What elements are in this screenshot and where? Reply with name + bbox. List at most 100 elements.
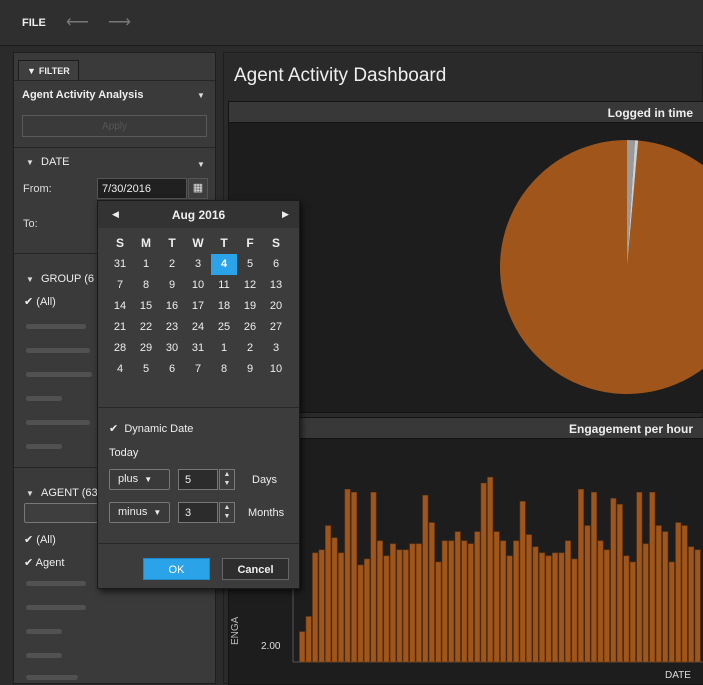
calendar-day[interactable]: 8 — [211, 359, 237, 380]
operator-select-1[interactable]: plus ▼ — [109, 469, 170, 490]
bar[interactable] — [513, 540, 520, 663]
bar[interactable] — [532, 546, 539, 663]
bar[interactable] — [435, 561, 442, 663]
bar[interactable] — [390, 543, 396, 663]
bar[interactable] — [370, 491, 377, 663]
bar[interactable] — [325, 525, 332, 663]
bar[interactable] — [662, 531, 669, 663]
bar[interactable] — [299, 631, 306, 663]
ok-button[interactable]: OK — [143, 558, 210, 580]
calendar-day[interactable]: 4 — [107, 359, 133, 380]
calendar-day[interactable]: 2 — [159, 254, 185, 275]
calendar-icon[interactable]: ▦ — [188, 178, 208, 199]
calendar-day[interactable]: 10 — [185, 275, 211, 296]
calendar-day[interactable]: 3 — [185, 254, 211, 275]
bar[interactable] — [590, 491, 597, 663]
calendar-day[interactable]: 7 — [107, 275, 133, 296]
bar[interactable] — [629, 561, 636, 663]
bar[interactable] — [448, 540, 455, 663]
bar[interactable] — [623, 555, 630, 663]
bar[interactable] — [409, 543, 416, 663]
bar[interactable] — [331, 537, 338, 663]
bar[interactable] — [597, 540, 604, 663]
calendar-day[interactable]: 11 — [211, 275, 237, 296]
blurred-agent-item[interactable] — [26, 675, 78, 680]
bar[interactable] — [467, 543, 474, 663]
undo-arrow-icon[interactable]: ⟵ — [66, 12, 89, 32]
bar[interactable] — [487, 476, 494, 663]
bar[interactable] — [454, 531, 461, 663]
calendar-day[interactable]: 20 — [263, 296, 289, 317]
bar[interactable] — [396, 549, 403, 663]
calendar-day[interactable]: 24 — [185, 317, 211, 338]
bar[interactable] — [552, 552, 558, 663]
bar[interactable] — [338, 552, 345, 663]
group-all-checkbox[interactable]: ✔ (All) — [24, 295, 56, 308]
pie-chart[interactable] — [229, 124, 703, 412]
calendar-day[interactable]: 3 — [263, 338, 289, 359]
bar[interactable] — [461, 540, 468, 663]
file-menu[interactable]: FILE — [22, 17, 46, 29]
blurred-group-item[interactable] — [26, 444, 62, 449]
collapse-date-icon[interactable]: ▼ — [26, 158, 34, 167]
calendar-day[interactable]: 6 — [159, 359, 185, 380]
bar[interactable] — [558, 552, 565, 663]
calendar-day[interactable]: 8 — [133, 275, 159, 296]
calendar-day[interactable]: 23 — [159, 317, 185, 338]
blurred-group-item[interactable] — [26, 420, 90, 425]
blurred-agent-item[interactable] — [26, 605, 86, 610]
filter-tab[interactable]: ▼ FILTER — [18, 60, 79, 80]
blurred-group-item[interactable] — [26, 372, 92, 377]
calendar-day[interactable]: 1 — [133, 254, 159, 275]
bar[interactable] — [351, 491, 358, 663]
agent-all-checkbox[interactable]: ✔ (All) — [24, 533, 56, 546]
collapse-group-icon[interactable]: ▼ — [26, 275, 34, 284]
calendar-day[interactable]: 29 — [133, 338, 159, 359]
bar[interactable] — [377, 540, 383, 663]
cancel-button[interactable]: Cancel — [222, 558, 289, 580]
bar[interactable] — [545, 555, 552, 663]
bar[interactable] — [441, 540, 448, 663]
blurred-agent-item[interactable] — [26, 581, 86, 586]
spinner-arrows-icon[interactable]: ▲ ▼ — [219, 502, 235, 523]
calendar-day-selected[interactable]: 4 — [211, 254, 237, 275]
bar[interactable] — [422, 494, 429, 663]
bar[interactable] — [636, 491, 643, 663]
calendar-day[interactable]: 13 — [263, 275, 289, 296]
bar[interactable] — [402, 549, 409, 663]
bar[interactable] — [428, 522, 435, 663]
from-date-input[interactable]: 7/30/2016 — [97, 178, 187, 199]
dynamic-date-checkbox[interactable]: ✔ Dynamic Date — [109, 422, 193, 435]
calendar-day[interactable]: 19 — [237, 296, 263, 317]
bar[interactable] — [493, 531, 500, 663]
bar[interactable] — [564, 540, 571, 663]
analysis-title[interactable]: Agent Activity Analysis — [22, 89, 143, 101]
agent-checkbox[interactable]: ✔ Agent — [24, 556, 64, 569]
bar[interactable] — [480, 482, 487, 663]
calendar-day[interactable]: 2 — [237, 338, 263, 359]
operator-select-2[interactable]: minus ▼ — [109, 502, 170, 523]
blurred-agent-item[interactable] — [26, 653, 62, 658]
bar[interactable] — [415, 543, 422, 663]
calendar-day[interactable]: 30 — [159, 338, 185, 359]
pie-slice[interactable] — [500, 140, 703, 394]
chevron-down-icon[interactable]: ▼ — [197, 160, 205, 169]
calendar-day[interactable]: 14 — [107, 296, 133, 317]
calendar-day[interactable]: 17 — [185, 296, 211, 317]
bar[interactable] — [357, 564, 364, 663]
bar[interactable] — [577, 488, 584, 663]
calendar-day[interactable]: 9 — [159, 275, 185, 296]
calendar-day[interactable]: 7 — [185, 359, 211, 380]
bar[interactable] — [642, 543, 649, 663]
bar[interactable] — [668, 561, 675, 663]
bar[interactable] — [305, 616, 312, 663]
apply-button[interactable]: Apply — [22, 115, 207, 137]
calendar-day[interactable]: 10 — [263, 359, 289, 380]
bar[interactable] — [312, 552, 319, 663]
bar[interactable] — [506, 555, 513, 663]
calendar-day[interactable]: 26 — [237, 317, 263, 338]
blurred-agent-item[interactable] — [26, 629, 62, 634]
calendar-day[interactable]: 28 — [107, 338, 133, 359]
bar[interactable] — [675, 522, 682, 663]
bar[interactable] — [383, 555, 390, 663]
